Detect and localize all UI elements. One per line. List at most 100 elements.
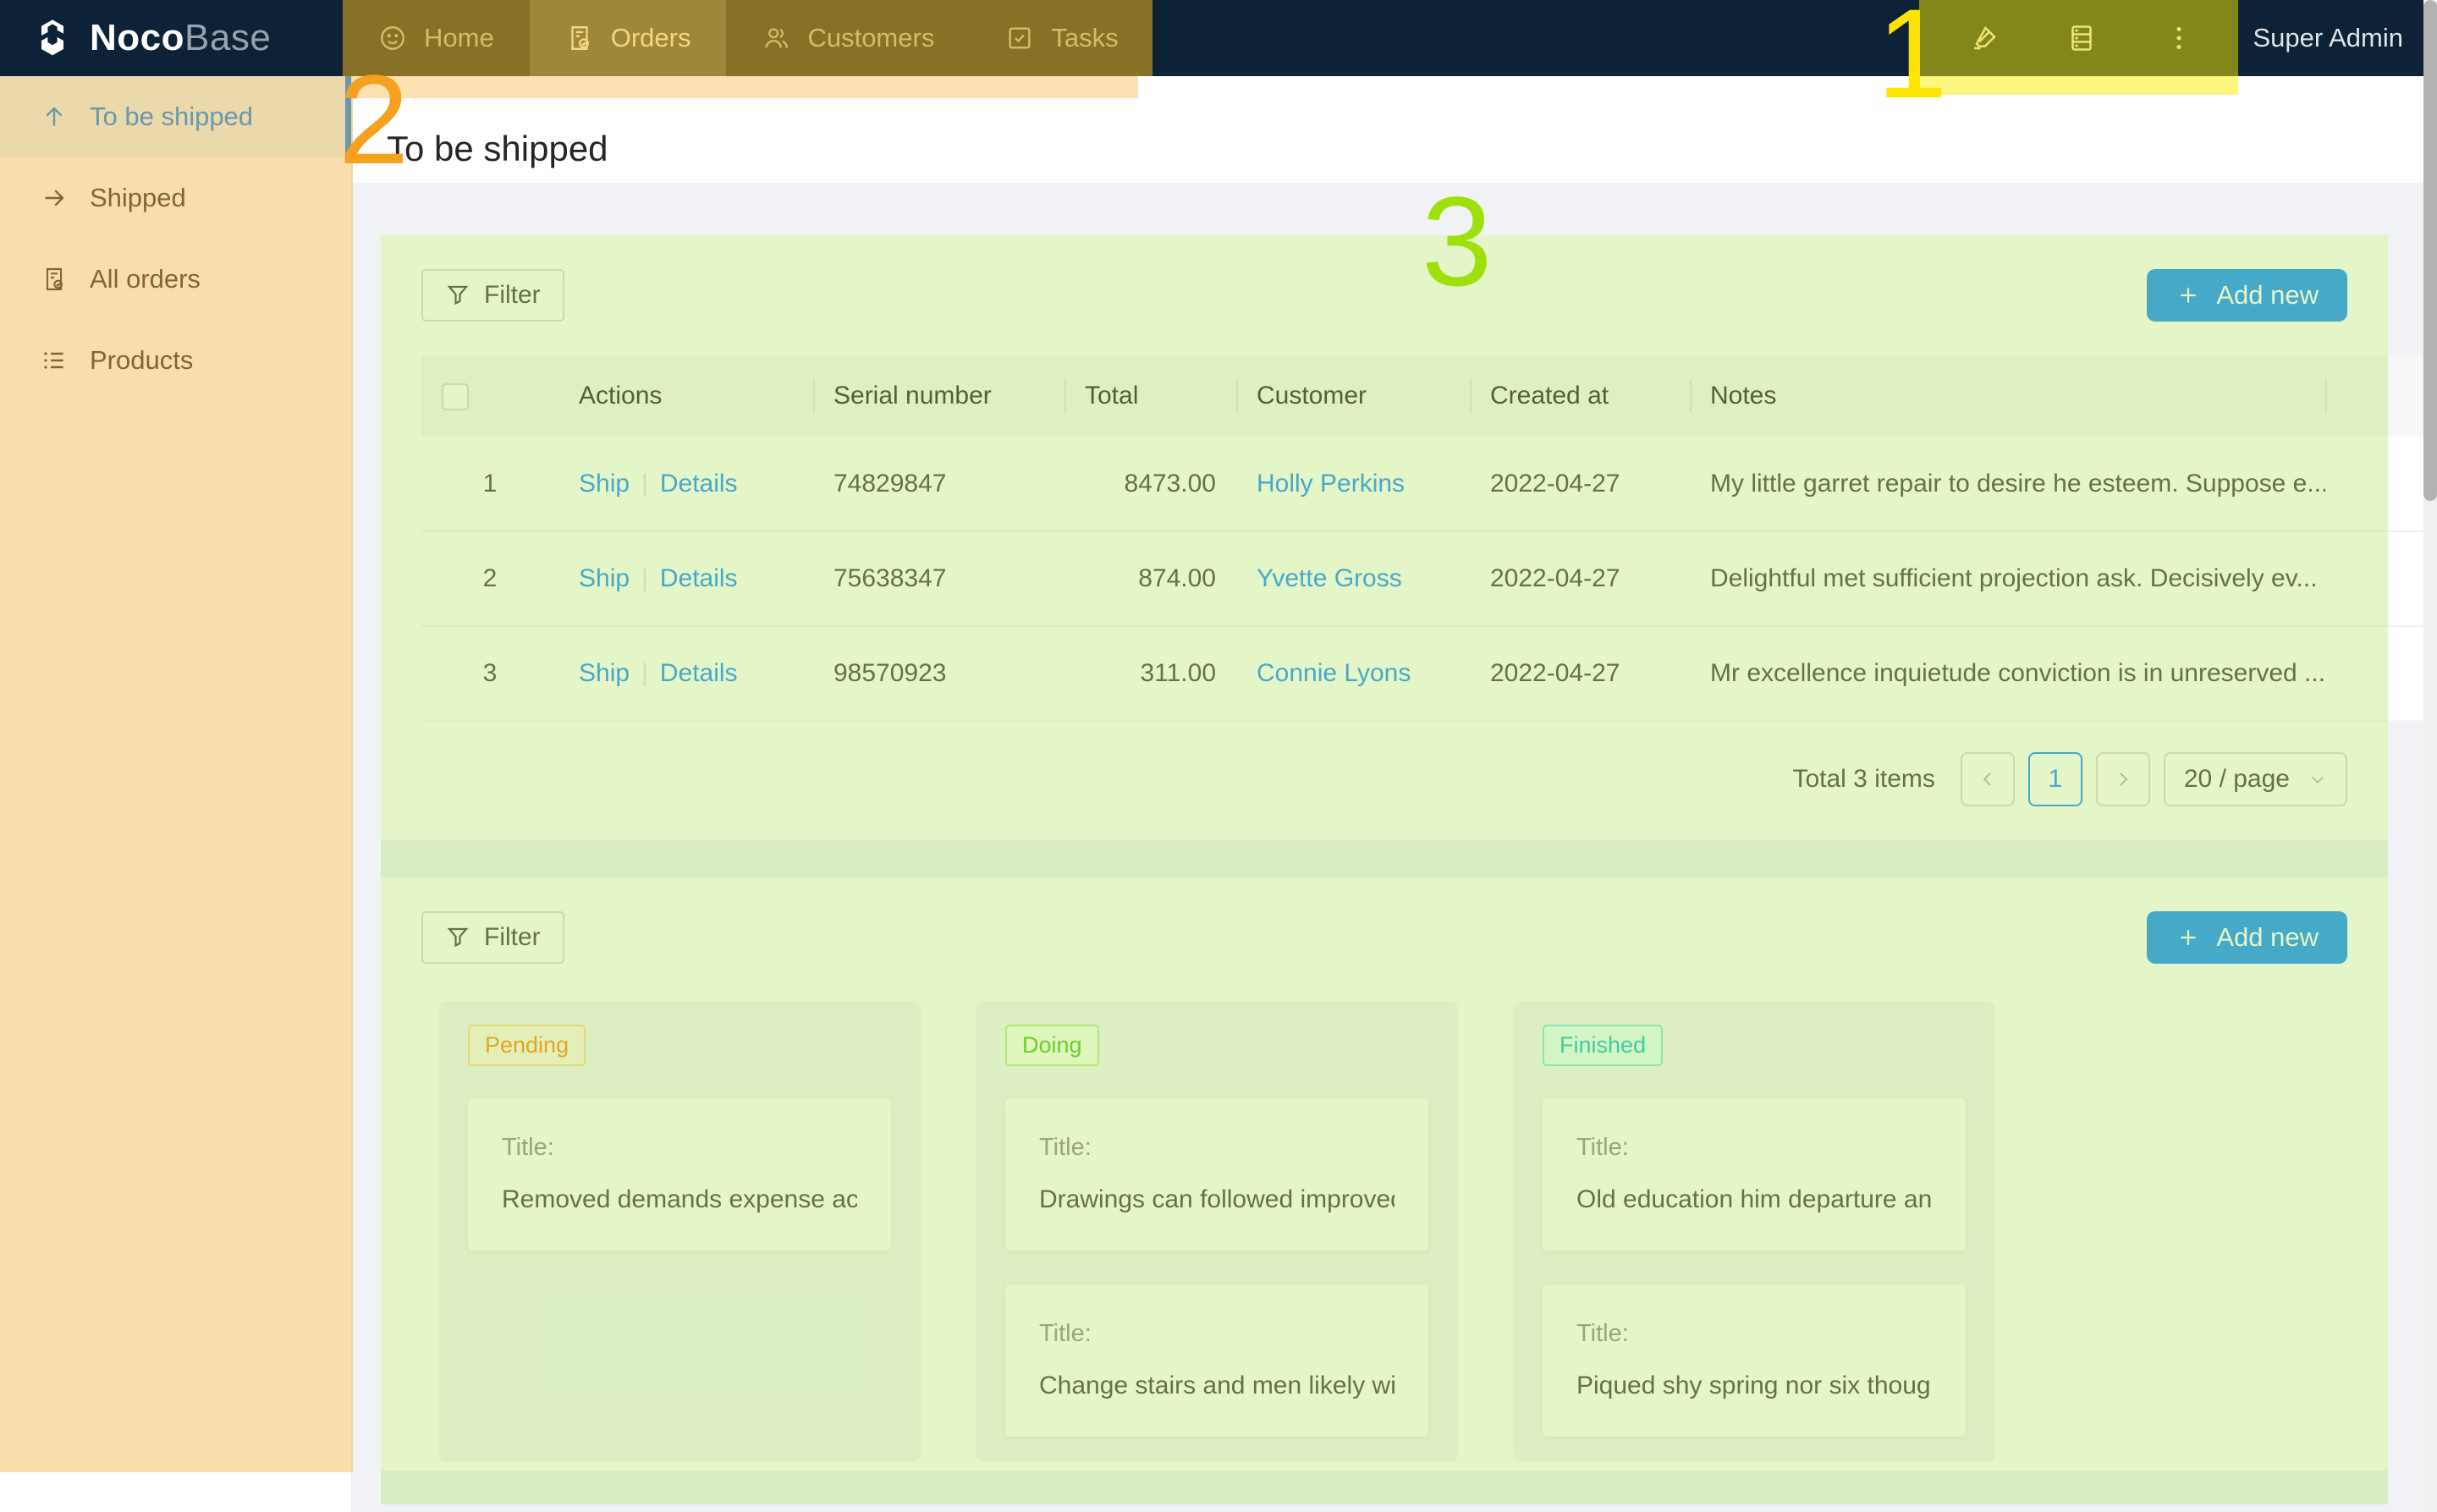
status-badge: Pending [468,1025,586,1066]
previous-page-button[interactable] [1961,752,2015,806]
select-all-checkbox[interactable] [442,383,469,410]
sidebar-item-label: To be shipped [90,102,253,132]
serial-number-cell: 74829847 [813,437,1064,531]
details-link[interactable]: Details [660,564,738,592]
page-header: To be shipped [353,76,2437,183]
chevron-left-icon [1978,769,1998,789]
main-area: To be shipped Filter Add n [353,76,2437,1512]
column-header-notes: Notes [1690,355,2325,437]
tab-orders[interactable]: Orders [530,0,727,76]
plus-icon [2176,283,2201,308]
nocobase-logo-icon [30,16,74,60]
list-icon [41,347,68,374]
total-cell: 311.00 [1064,626,1236,721]
next-page-button[interactable] [2096,752,2150,806]
kanban-column-pending: Pending Title: Removed demands expense a… [438,1001,921,1462]
page-1-button[interactable]: 1 [2028,752,2082,806]
total-cell: 874.00 [1064,531,1236,626]
row-index[interactable]: 1 [421,437,558,531]
ship-link[interactable]: Ship [579,564,630,592]
chevron-right-icon [2113,769,2133,789]
sidebar-menu: To be shipped Shipped All orders Product… [0,76,353,1512]
tab-tasks-label: Tasks [1051,23,1118,53]
notes-cell: Mr excellence inquietude conviction is i… [1690,626,2325,721]
total-cell: 8473.00 [1064,437,1236,531]
chevron-down-icon [2308,770,2327,789]
tasks-icon [1005,24,1034,52]
customer-link[interactable]: Connie Lyons [1257,659,1411,687]
navbar-actions: Super Admin [1936,0,2437,76]
filter-icon [445,283,470,308]
tab-customers[interactable]: Customers [726,0,970,76]
orders-toolbar: Filter Add new [421,269,2347,322]
tab-home[interactable]: Home [343,0,530,76]
arrow-right-icon [41,184,68,212]
filter-icon [445,925,470,950]
table-row: 3 Ship|Details 98570923 311.00 Connie Ly… [421,626,2429,721]
logo-text-bold: Noco [90,17,184,58]
details-link[interactable]: Details [660,659,738,687]
sidebar-item-label: Shipped [90,183,186,213]
table-header-row: Actions Serial number Total Customer Cre… [421,355,2429,437]
card-field-label: Title: [1039,1134,1395,1162]
created-at-cell: 2022-04-27 [1470,531,1690,626]
more-menu-button[interactable] [2131,0,2228,76]
table-row: 2 Ship|Details 75638347 874.00 Yvette Gr… [421,531,2429,626]
column-header-customer: Customer [1236,355,1470,437]
ship-link[interactable]: Ship [579,659,630,687]
tab-tasks[interactable]: Tasks [970,0,1153,76]
pagination: Total 3 items 1 20 / page [421,752,2347,806]
card-field-label: Title: [1576,1134,1932,1162]
sidebar-item-all-orders[interactable]: All orders [0,239,351,320]
page-title: To be shipped [387,129,608,169]
kanban-card[interactable]: Title: Drawings can followed improved ou… [1005,1098,1428,1251]
status-badge: Finished [1543,1025,1663,1066]
collections-manager-button[interactable] [2033,0,2131,76]
card-field-label: Title: [502,1134,857,1162]
card-field-value: Old education him departure any arra... [1576,1185,1932,1214]
serial-number-cell: 75638347 [813,531,1064,626]
customer-link[interactable]: Holly Perkins [1257,470,1405,498]
row-index[interactable]: 3 [421,626,558,721]
kanban-card[interactable]: Title: Change stairs and men likely wisd… [1005,1284,1428,1437]
scrollbar-thumb[interactable] [2423,0,2437,501]
smile-icon [378,24,407,52]
table-row: 1 Ship|Details 74829847 8473.00 Holly Pe… [421,437,2429,531]
row-index[interactable]: 2 [421,531,558,626]
notes-cell: My little garret repair to desire he est… [1690,437,2325,531]
page-size-select[interactable]: 20 / page [2164,752,2347,806]
created-at-cell: 2022-04-27 [1470,437,1690,531]
ui-editor-button[interactable] [1936,0,2033,76]
sidebar-item-products[interactable]: Products [0,320,351,401]
sidebar-item-to-be-shipped[interactable]: To be shipped [0,76,351,157]
main-menu: Home Orders Customers [343,0,1154,76]
nocobase-logo[interactable]: NocoBase [0,16,343,60]
vertical-scrollbar[interactable] [2423,0,2437,1512]
database-icon [2066,23,2097,53]
filter-button[interactable]: Filter [421,911,564,964]
sidebar-item-shipped[interactable]: Shipped [0,157,351,239]
kanban-card[interactable]: Title: Removed demands expense account i… [468,1098,891,1251]
customer-link[interactable]: Yvette Gross [1257,564,1402,592]
column-header-actions: Actions [558,355,813,437]
kanban-card[interactable]: Title: Old education him departure any a… [1543,1098,1966,1251]
top-navbar: NocoBase Home Orders [0,0,2437,76]
more-vertical-icon [2164,23,2194,53]
tab-orders-label: Orders [611,23,691,53]
tab-customers-label: Customers [807,23,934,53]
details-link[interactable]: Details [660,470,738,498]
notes-cell: Delightful met sufficient projection ask… [1690,531,2325,626]
created-at-cell: 2022-04-27 [1470,626,1690,721]
orders-icon [565,24,594,52]
ship-link[interactable]: Ship [579,470,630,498]
add-new-button[interactable]: Add new [2147,269,2347,322]
kanban-column-doing: Doing Title: Drawings can followed impro… [976,1001,1458,1462]
kanban-column-finished: Finished Title: Old education him depart… [1513,1001,1995,1462]
current-user-menu[interactable]: Super Admin [2228,23,2437,53]
customers-icon [762,24,790,52]
kanban-board: Pending Title: Removed demands expense a… [438,1001,2347,1462]
logo-text-light: Base [184,17,271,58]
filter-button[interactable]: Filter [421,269,564,322]
add-new-button[interactable]: Add new [2147,911,2347,964]
kanban-card[interactable]: Title: Piqued shy spring nor six though … [1543,1284,1966,1437]
